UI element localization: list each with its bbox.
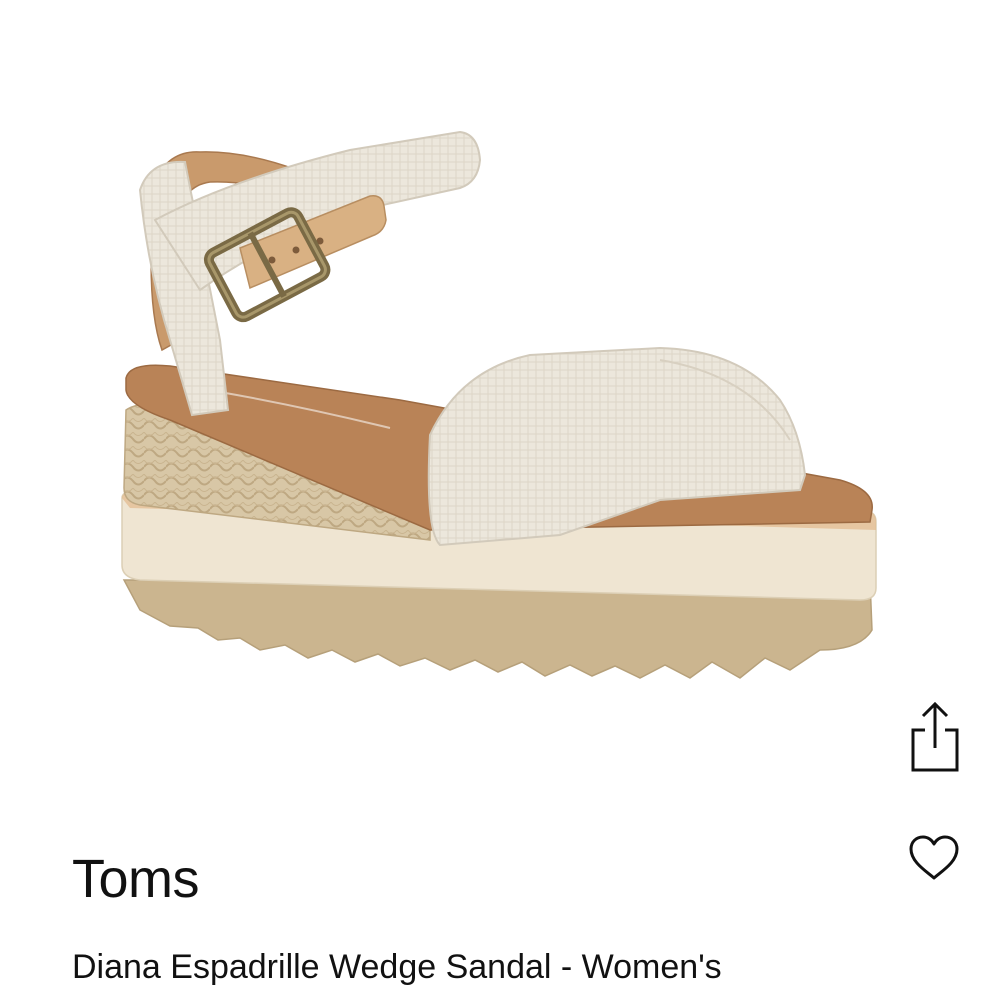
heart-outline-icon xyxy=(909,835,959,880)
favorite-button[interactable] xyxy=(898,826,970,890)
share-icon xyxy=(911,701,959,772)
product-title: Diana Espadrille Wedge Sandal - Women's xyxy=(72,948,722,986)
brand-name[interactable]: Toms xyxy=(72,852,200,906)
share-button[interactable] xyxy=(900,698,970,774)
product-image xyxy=(100,110,900,710)
sandal-illustration xyxy=(121,130,877,679)
